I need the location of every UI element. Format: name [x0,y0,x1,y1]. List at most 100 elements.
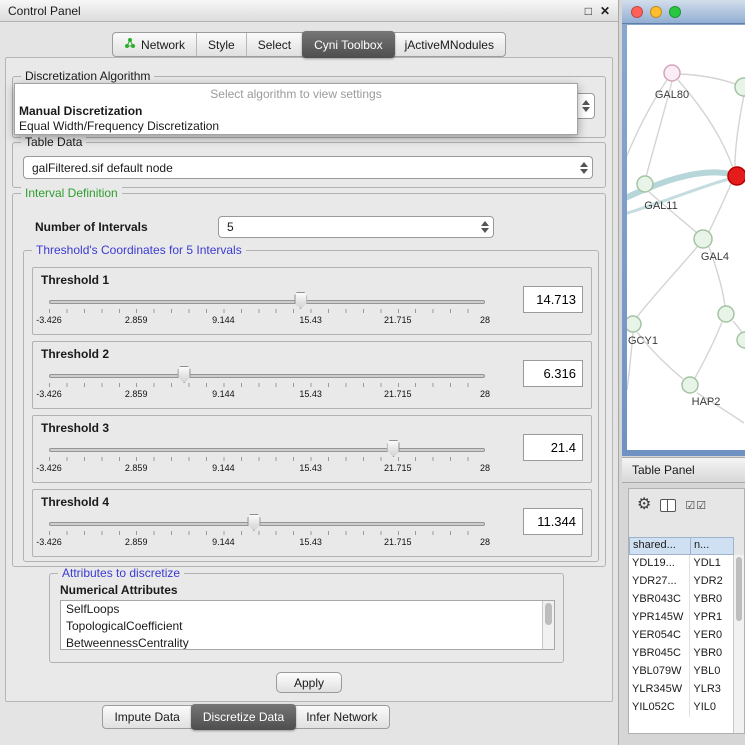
close-traffic-icon[interactable] [631,6,643,18]
scale-tick-label: 9.144 [212,315,235,325]
table-row[interactable]: YBR045C YBR0 [629,645,733,663]
threshold-3-group: Threshold 3 -3.426 2.859 9.144 15.43 [32,415,592,483]
network-node[interactable] [637,176,653,192]
network-node[interactable] [694,230,712,248]
threshold-1-value[interactable] [523,286,583,313]
scrollbar-thumb[interactable] [545,603,552,625]
combo-arrows-icon [577,94,594,118]
slider-track[interactable] [49,300,485,304]
tab-select[interactable]: Select [247,33,303,56]
threshold-3-label: Threshold 3 [41,421,109,435]
network-node[interactable] [682,377,698,393]
thresholds-group-title: Threshold's Coordinates for 5 Intervals [32,244,246,257]
network-window-titlebar[interactable] [622,0,745,24]
table-row[interactable]: YBR043C YBR0 [629,591,733,609]
dropdown-option-equal-width[interactable]: Equal Width/Frequency Discretization [15,119,577,134]
attributes-scrollbar[interactable] [542,601,554,649]
slider-thumb[interactable] [178,366,191,383]
network-node[interactable] [664,65,680,81]
tab-impute-data[interactable]: Impute Data [103,706,191,728]
slider-ticks [49,309,485,313]
network-node[interactable] [718,306,734,322]
threshold-1-label: Threshold 1 [41,273,109,287]
slider-track[interactable] [49,522,485,526]
slider-thumb[interactable] [294,292,307,309]
threshold-3-slider[interactable]: -3.426 2.859 9.144 15.43 21.715 28 [41,438,493,480]
threshold-2-slider[interactable]: -3.426 2.859 9.144 15.43 21.715 28 [41,364,493,406]
scale-tick-label: 15.43 [299,315,322,325]
tab-style[interactable]: Style [197,33,247,56]
scale-tick-label: 15.43 [299,537,322,547]
table-cell: YIL0 [690,699,733,717]
network-node[interactable] [737,332,745,348]
table-data-combo[interactable]: galFiltered.sif default node [23,156,593,179]
scrollbar-thumb[interactable] [736,557,742,621]
list-item[interactable]: SelfLoops [61,601,542,618]
tab-discretize-data[interactable]: Discretize Data [191,704,296,730]
gear-icon[interactable]: ⚙ [637,497,651,513]
slider-track[interactable] [49,448,485,452]
table-row[interactable]: YER054C YER0 [629,627,733,645]
table-row[interactable]: YIL052C YIL0 [629,699,733,717]
table-row[interactable]: YLR345W YLR3 [629,681,733,699]
table-cell: YDL1 [690,555,733,573]
threshold-2-value[interactable] [523,360,583,387]
num-intervals-combo[interactable]: 5 [218,216,494,238]
checkbox-filter-icons[interactable]: ☑☑ [685,499,707,512]
network-canvas[interactable]: GAL80 GAL11 GAL4 GCY1 HAP2 [627,25,745,450]
threshold-4-value[interactable] [523,508,583,535]
table-row[interactable]: YDL19... YDL1 [629,555,733,573]
tab-cyni-toolbox[interactable]: Cyni Toolbox [302,31,394,58]
threshold-4-group: Threshold 4 -3.426 2.859 9.144 15.43 [32,489,592,557]
scale-tick-label: -3.426 [36,537,62,547]
list-item[interactable]: BetweennessCentrality [61,635,542,650]
float-icon[interactable]: □ [585,4,592,18]
table-cell: YLR3 [690,681,733,699]
slider-scale: -3.426 2.859 9.144 15.43 21.715 28 [49,389,485,401]
threshold-1-slider[interactable]: -3.426 2.859 9.144 15.43 21.715 28 [41,290,493,332]
slider-thumb[interactable] [387,440,400,457]
column-selector-icon[interactable] [660,499,676,512]
scale-tick-label: 9.144 [212,389,235,399]
cyni-toolbox-panel: Discretization Algorithm Select algorith… [5,57,613,702]
bottom-tabbar: Impute Data Discretize Data Infer Networ… [0,705,492,729]
slider-thumb[interactable] [247,514,260,531]
apply-button[interactable]: Apply [276,672,342,693]
threshold-3-value[interactable] [523,434,583,461]
table-row[interactable]: YPR145W YPR1 [629,609,733,627]
network-node[interactable] [735,78,745,96]
table-header-row: shared... n... [629,537,744,555]
table-row[interactable]: YDR27... YDR2 [629,573,733,591]
network-graph: GAL80 GAL11 GAL4 GCY1 HAP2 [627,25,745,450]
node-label: GAL11 [644,200,677,212]
node-label: HAP2 [692,396,721,408]
top-tabs: Network Style Select Cyni Toolbox jActiv… [112,32,506,57]
node-table: shared... n... YDL19... YDL1 YDR27... YD… [629,537,744,733]
network-node[interactable] [627,316,641,332]
scale-tick-label: 15.43 [299,389,322,399]
table-cell: YBR045C [629,645,690,663]
scale-tick-label: 28 [480,463,490,473]
tab-infer-network[interactable]: Infer Network [295,706,388,728]
tab-network[interactable]: Network [113,33,197,56]
dropdown-option-manual[interactable]: Manual Discretization [15,104,577,119]
threshold-4-slider[interactable]: -3.426 2.859 9.144 15.43 21.715 28 [41,512,493,554]
table-panel-title: Table Panel [632,463,695,477]
table-cell: YBR043C [629,591,690,609]
zoom-traffic-icon[interactable] [669,6,681,18]
column-header[interactable]: shared... [629,537,691,555]
table-panel-toolbar: ⚙ ☑☑ [629,489,744,521]
selected-red-node[interactable] [728,167,745,185]
slider-track[interactable] [49,374,485,378]
list-item[interactable]: TopologicalCoefficient [61,618,542,635]
table-row[interactable]: YBL079W YBL0 [629,663,733,681]
tab-jactivemnodules[interactable]: jActiveMNodules [394,33,505,56]
column-header[interactable]: n... [691,537,734,555]
numerical-attributes-label: Numerical Attributes [60,583,178,597]
control-panel-titlebar: Control Panel □ ✕ [0,0,618,22]
table-cell: YPR1 [690,609,733,627]
close-icon[interactable]: ✕ [600,4,610,18]
dropdown-placeholder: Select algorithm to view settings [15,84,577,104]
table-scrollbar[interactable] [733,555,744,733]
minimize-traffic-icon[interactable] [650,6,662,18]
